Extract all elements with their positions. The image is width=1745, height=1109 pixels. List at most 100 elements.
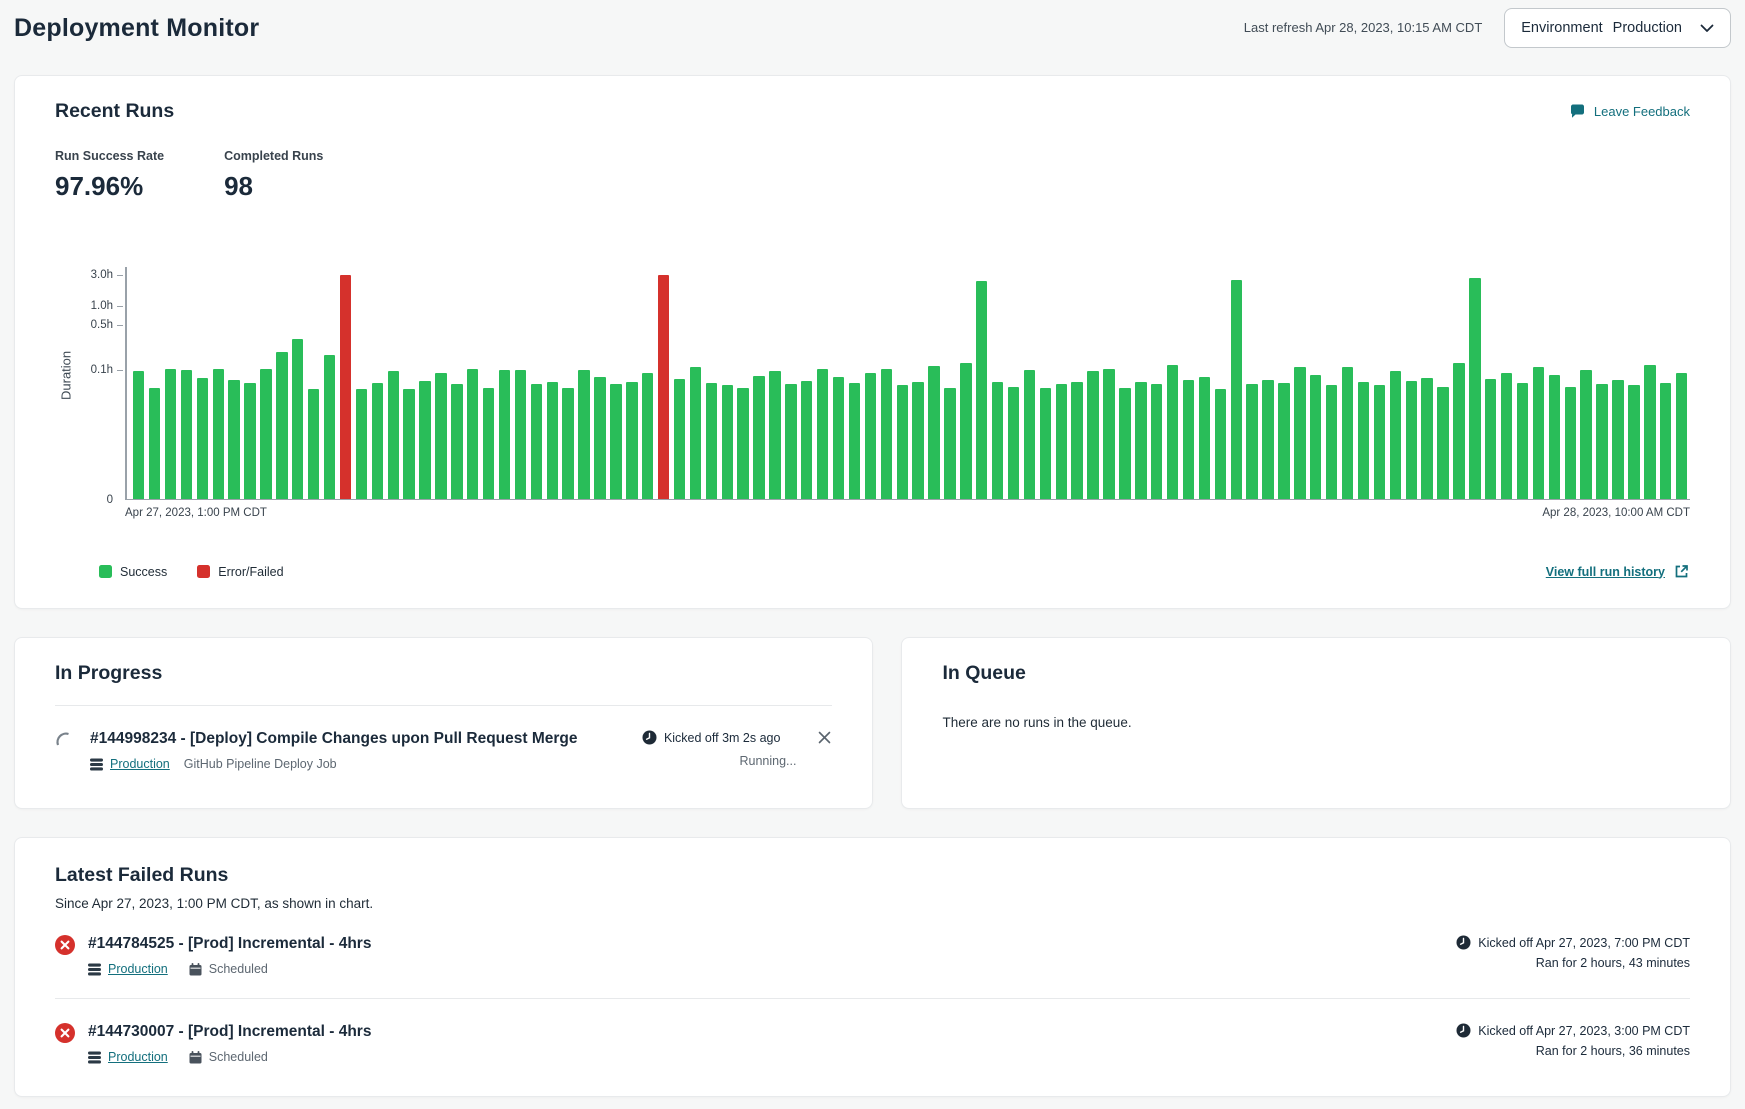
run-bar[interactable] bbox=[197, 378, 208, 499]
run-bar[interactable] bbox=[928, 366, 939, 499]
run-bar[interactable] bbox=[181, 370, 192, 499]
run-bar[interactable] bbox=[865, 373, 876, 499]
run-bar[interactable] bbox=[1087, 371, 1098, 499]
run-bar[interactable] bbox=[706, 383, 717, 499]
run-bar[interactable] bbox=[1342, 367, 1353, 499]
run-bar[interactable] bbox=[1008, 387, 1019, 499]
run-bar[interactable] bbox=[769, 371, 780, 499]
run-bar[interactable] bbox=[960, 363, 971, 499]
view-full-run-history-link[interactable]: View full run history bbox=[1546, 563, 1690, 580]
run-bar[interactable] bbox=[1421, 378, 1432, 499]
run-bar[interactable] bbox=[722, 385, 733, 499]
run-bar[interactable] bbox=[690, 367, 701, 499]
environment-link[interactable]: Production bbox=[110, 757, 170, 771]
run-bar[interactable] bbox=[1056, 384, 1067, 499]
run-bar[interactable] bbox=[165, 369, 176, 499]
run-bar[interactable] bbox=[419, 381, 430, 499]
run-bar[interactable] bbox=[1071, 382, 1082, 499]
run-bar[interactable] bbox=[467, 369, 478, 499]
run-bar[interactable] bbox=[897, 385, 908, 499]
run-bar[interactable] bbox=[515, 370, 526, 499]
run-bar[interactable] bbox=[1676, 373, 1687, 499]
run-bar[interactable] bbox=[276, 352, 287, 499]
run-bar[interactable] bbox=[1199, 377, 1210, 499]
run-bar[interactable] bbox=[1660, 383, 1671, 499]
run-bar[interactable] bbox=[1024, 370, 1035, 499]
run-bar[interactable] bbox=[817, 369, 828, 499]
run-bar[interactable] bbox=[1533, 367, 1544, 499]
run-bar[interactable] bbox=[578, 370, 589, 499]
run-bar[interactable] bbox=[610, 384, 621, 499]
run-bar[interactable] bbox=[308, 389, 319, 499]
run-bar[interactable] bbox=[1326, 385, 1337, 499]
run-bar[interactable] bbox=[944, 388, 955, 499]
run-bar[interactable] bbox=[1358, 382, 1369, 499]
run-bar[interactable] bbox=[388, 371, 399, 499]
leave-feedback-button[interactable]: Leave Feedback bbox=[1569, 103, 1690, 120]
run-bar[interactable] bbox=[1612, 380, 1623, 499]
close-icon[interactable] bbox=[817, 730, 832, 745]
run-bar[interactable] bbox=[1469, 278, 1480, 500]
run-bar[interactable] bbox=[1596, 384, 1607, 499]
run-bar[interactable] bbox=[1565, 387, 1576, 499]
run-bar[interactable] bbox=[1406, 381, 1417, 499]
run-bar[interactable] bbox=[1183, 380, 1194, 499]
run-bar[interactable] bbox=[133, 371, 144, 499]
run-bar[interactable] bbox=[403, 389, 414, 499]
run-bar[interactable] bbox=[753, 376, 764, 499]
run-bar[interactable] bbox=[149, 388, 160, 499]
run-bar[interactable] bbox=[213, 369, 224, 499]
run-bar[interactable] bbox=[260, 369, 271, 499]
run-bar[interactable] bbox=[1374, 385, 1385, 499]
run-bar[interactable] bbox=[1167, 365, 1178, 499]
run-bar[interactable] bbox=[372, 383, 383, 499]
run-bar[interactable] bbox=[1040, 388, 1051, 499]
run-bar[interactable] bbox=[228, 380, 239, 499]
run-bar[interactable] bbox=[531, 384, 542, 499]
run-bar[interactable] bbox=[881, 369, 892, 499]
run-bar[interactable] bbox=[324, 355, 335, 499]
environment-dropdown[interactable]: Environment Production bbox=[1504, 8, 1731, 48]
run-bar[interactable] bbox=[785, 384, 796, 499]
run-bar[interactable] bbox=[1628, 385, 1639, 499]
run-bar[interactable] bbox=[1103, 369, 1114, 499]
run-bar[interactable] bbox=[1390, 371, 1401, 499]
run-bar[interactable] bbox=[674, 379, 685, 499]
run-bar[interactable] bbox=[547, 382, 558, 499]
run-bar[interactable] bbox=[976, 281, 987, 499]
run-bar[interactable] bbox=[737, 388, 748, 499]
run-bar[interactable] bbox=[912, 382, 923, 499]
run-bar[interactable] bbox=[1453, 363, 1464, 499]
run-bar[interactable] bbox=[1278, 383, 1289, 499]
run-bar[interactable] bbox=[1644, 365, 1655, 499]
run-bar[interactable] bbox=[435, 373, 446, 499]
environment-link[interactable]: Production bbox=[108, 962, 168, 976]
run-bar[interactable] bbox=[1549, 375, 1560, 499]
run-bar[interactable] bbox=[801, 381, 812, 499]
run-bar[interactable] bbox=[626, 382, 637, 499]
run-bar[interactable] bbox=[1151, 384, 1162, 499]
run-bar[interactable] bbox=[1294, 367, 1305, 499]
run-bar[interactable] bbox=[642, 373, 653, 499]
run-bar[interactable] bbox=[594, 377, 605, 499]
run-bar[interactable] bbox=[562, 388, 573, 499]
run-bar[interactable] bbox=[1135, 382, 1146, 499]
run-bar[interactable] bbox=[292, 339, 303, 499]
run-bar[interactable] bbox=[356, 389, 367, 499]
run-bar[interactable] bbox=[1310, 375, 1321, 499]
run-bar[interactable] bbox=[849, 383, 860, 499]
run-bar[interactable] bbox=[244, 383, 255, 499]
run-bar[interactable] bbox=[1501, 373, 1512, 499]
run-bar[interactable] bbox=[1437, 387, 1448, 499]
environment-link[interactable]: Production bbox=[108, 1050, 168, 1064]
run-bar[interactable] bbox=[1580, 370, 1591, 499]
run-bar[interactable] bbox=[833, 377, 844, 499]
run-bar[interactable] bbox=[1517, 383, 1528, 499]
run-bar[interactable] bbox=[1485, 379, 1496, 499]
run-bar[interactable] bbox=[1246, 384, 1257, 499]
run-bar[interactable] bbox=[992, 382, 1003, 499]
run-bar[interactable] bbox=[451, 384, 462, 499]
run-bar[interactable] bbox=[340, 275, 351, 499]
run-bar[interactable] bbox=[1262, 380, 1273, 499]
run-bar[interactable] bbox=[1231, 280, 1242, 499]
